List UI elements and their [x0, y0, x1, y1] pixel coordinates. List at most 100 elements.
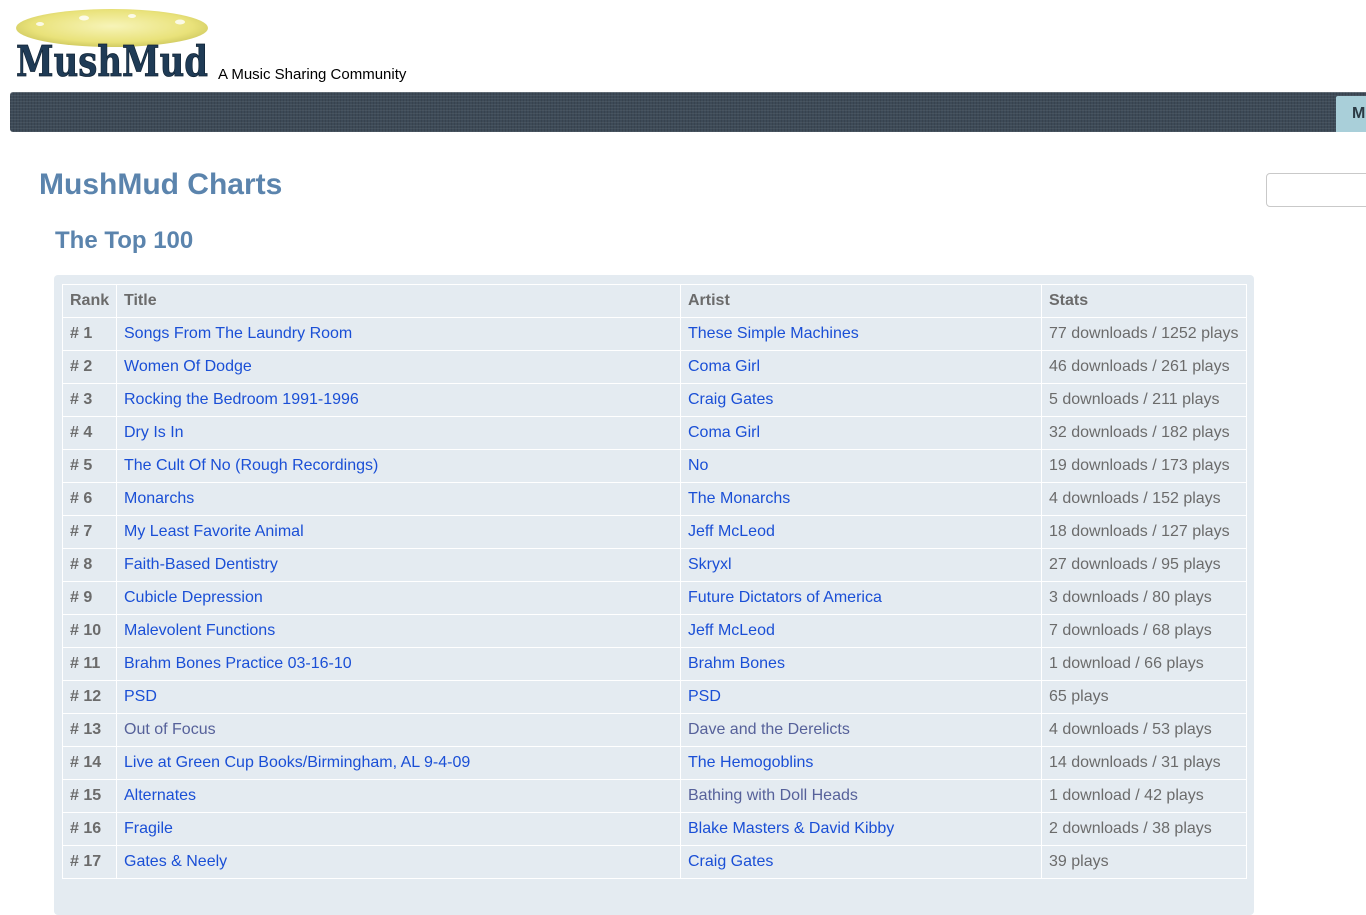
rank-cell: # 14 — [62, 746, 117, 780]
artist-link[interactable]: The Hemogoblins — [688, 754, 813, 771]
artist-link[interactable]: Dave and the Derelicts — [688, 721, 850, 738]
rank-cell: # 8 — [62, 548, 117, 582]
album-title-link[interactable]: Songs From The Laundry Room — [124, 325, 352, 342]
title-cell: Alternates — [116, 779, 681, 813]
title-cell: Out of Focus — [116, 713, 681, 747]
artist-cell: Blake Masters & David Kibby — [680, 812, 1042, 846]
table-row: # 1 Songs From The Laundry Room These Simp… — [62, 317, 1247, 351]
rank-cell: # 17 — [62, 845, 117, 879]
site-tagline: A Music Sharing Community — [218, 66, 407, 83]
svg-text:MushMud: MushMud — [16, 37, 208, 82]
artist-link[interactable]: PSD — [688, 688, 721, 705]
album-title-link[interactable]: Alternates — [124, 787, 196, 804]
rank-cell: # 15 — [62, 779, 117, 813]
stats-cell: 32 downloads / 182 plays — [1041, 416, 1247, 450]
artist-cell: Craig Gates — [680, 383, 1042, 417]
album-title-link[interactable]: Faith-Based Dentistry — [124, 556, 278, 573]
table-row: # 17 Gates & Neely Craig Gates 39 plays — [62, 845, 1247, 879]
artist-link[interactable]: No — [688, 457, 708, 474]
stats-cell: 46 downloads / 261 plays — [1041, 350, 1247, 384]
title-cell: Songs From The Laundry Room — [116, 317, 681, 351]
stats-cell: 18 downloads / 127 plays — [1041, 515, 1247, 549]
mushmud-logo[interactable]: MushMud — [14, 6, 210, 82]
album-title-link[interactable]: Out of Focus — [124, 721, 216, 738]
artist-link[interactable]: Bathing with Doll Heads — [688, 787, 858, 804]
title-cell: My Least Favorite Animal — [116, 515, 681, 549]
artist-link[interactable]: Future Dictators of America — [688, 589, 882, 606]
stats-cell: 2 downloads / 38 plays — [1041, 812, 1247, 846]
stats-cell: 1 download / 42 plays — [1041, 779, 1247, 813]
table-row: # 7 My Least Favorite Animal Jeff McLeod 18… — [62, 515, 1247, 549]
stats-cell: 65 plays — [1041, 680, 1247, 714]
table-row: # 11 Brahm Bones Practice 03-16-10 Brahm B… — [62, 647, 1247, 681]
album-title-link[interactable]: Women Of Dodge — [124, 358, 252, 375]
artist-link[interactable]: Jeff McLeod — [688, 523, 775, 540]
album-title-link[interactable]: PSD — [124, 688, 157, 705]
album-title-link[interactable]: The Cult Of No (Rough Recordings) — [124, 457, 378, 474]
artist-link[interactable]: Brahm Bones — [688, 655, 785, 672]
artist-link[interactable]: The Monarchs — [688, 490, 790, 507]
artist-link[interactable]: These Simple Machines — [688, 325, 859, 342]
stats-cell: 1 download / 66 plays — [1041, 647, 1247, 681]
charts-table-panel: Rank Title Artist Stats # 1 Songs From Th… — [54, 275, 1254, 915]
title-cell: Women Of Dodge — [116, 350, 681, 384]
artist-link[interactable]: Skryxl — [688, 556, 732, 573]
table-row: # 9 Cubicle Depression Future Dictators of… — [62, 581, 1247, 615]
main-navbar: M — [10, 92, 1366, 132]
artist-link[interactable]: Blake Masters & David Kibby — [688, 820, 894, 837]
rank-cell: # 7 — [62, 515, 117, 549]
album-title-link[interactable]: Malevolent Functions — [124, 622, 275, 639]
rank-cell: # 16 — [62, 812, 117, 846]
artist-cell: Jeff McLeod — [680, 614, 1042, 648]
title-cell: Live at Green Cup Books/Birmingham, AL 9… — [116, 746, 681, 780]
album-title-link[interactable]: Fragile — [124, 820, 173, 837]
stats-cell: 3 downloads / 80 plays — [1041, 581, 1247, 615]
title-cell: Brahm Bones Practice 03-16-10 — [116, 647, 681, 681]
album-title-link[interactable]: Monarchs — [124, 490, 194, 507]
artist-link[interactable]: Coma Girl — [688, 358, 760, 375]
stats-cell: 14 downloads / 31 plays — [1041, 746, 1247, 780]
title-cell: Cubicle Depression — [116, 581, 681, 615]
title-cell: Faith-Based Dentistry — [116, 548, 681, 582]
artist-cell: These Simple Machines — [680, 317, 1042, 351]
album-title-link[interactable]: Live at Green Cup Books/Birmingham, AL 9… — [124, 754, 470, 771]
rank-cell: # 1 — [62, 317, 117, 351]
album-title-link[interactable]: Rocking the Bedroom 1991-1996 — [124, 391, 359, 408]
artist-cell: The Monarchs — [680, 482, 1042, 516]
album-title-link[interactable]: My Least Favorite Animal — [124, 523, 304, 540]
charts-table: Rank Title Artist Stats # 1 Songs From Th… — [62, 284, 1247, 879]
nav-tab[interactable]: M — [1336, 96, 1366, 132]
album-title-link[interactable]: Cubicle Depression — [124, 589, 263, 606]
section-title: The Top 100 — [55, 227, 194, 254]
album-title-link[interactable]: Gates & Neely — [124, 853, 227, 870]
stats-column-header: Stats — [1041, 284, 1247, 318]
artist-cell: Skryxl — [680, 548, 1042, 582]
album-title-link[interactable]: Dry Is In — [124, 424, 184, 441]
page-title: MushMud Charts — [39, 168, 283, 201]
rank-cell: # 6 — [62, 482, 117, 516]
stats-cell: 7 downloads / 68 plays — [1041, 614, 1247, 648]
stats-cell: 19 downloads / 173 plays — [1041, 449, 1247, 483]
table-row: # 12 PSD PSD 65 plays — [62, 680, 1247, 714]
artist-cell: Jeff McLeod — [680, 515, 1042, 549]
title-cell: Dry Is In — [116, 416, 681, 450]
artist-link[interactable]: Coma Girl — [688, 424, 760, 441]
search-input[interactable] — [1266, 173, 1366, 207]
artist-link[interactable]: Craig Gates — [688, 391, 773, 408]
stats-cell: 4 downloads / 53 plays — [1041, 713, 1247, 747]
rank-cell: # 2 — [62, 350, 117, 384]
artist-cell: Bathing with Doll Heads — [680, 779, 1042, 813]
table-header-row: Rank Title Artist Stats — [62, 284, 1247, 318]
artist-link[interactable]: Craig Gates — [688, 853, 773, 870]
artist-cell: PSD — [680, 680, 1042, 714]
title-cell: Malevolent Functions — [116, 614, 681, 648]
rank-column-header: Rank — [62, 284, 117, 318]
title-column-header: Title — [116, 284, 681, 318]
album-title-link[interactable]: Brahm Bones Practice 03-16-10 — [124, 655, 352, 672]
artist-cell: Future Dictators of America — [680, 581, 1042, 615]
artist-column-header: Artist — [680, 284, 1042, 318]
table-row: # 16 Fragile Blake Masters & David Kibby 2 … — [62, 812, 1247, 846]
artist-link[interactable]: Jeff McLeod — [688, 622, 775, 639]
stats-cell: 77 downloads / 1252 plays — [1041, 317, 1247, 351]
rank-cell: # 13 — [62, 713, 117, 747]
